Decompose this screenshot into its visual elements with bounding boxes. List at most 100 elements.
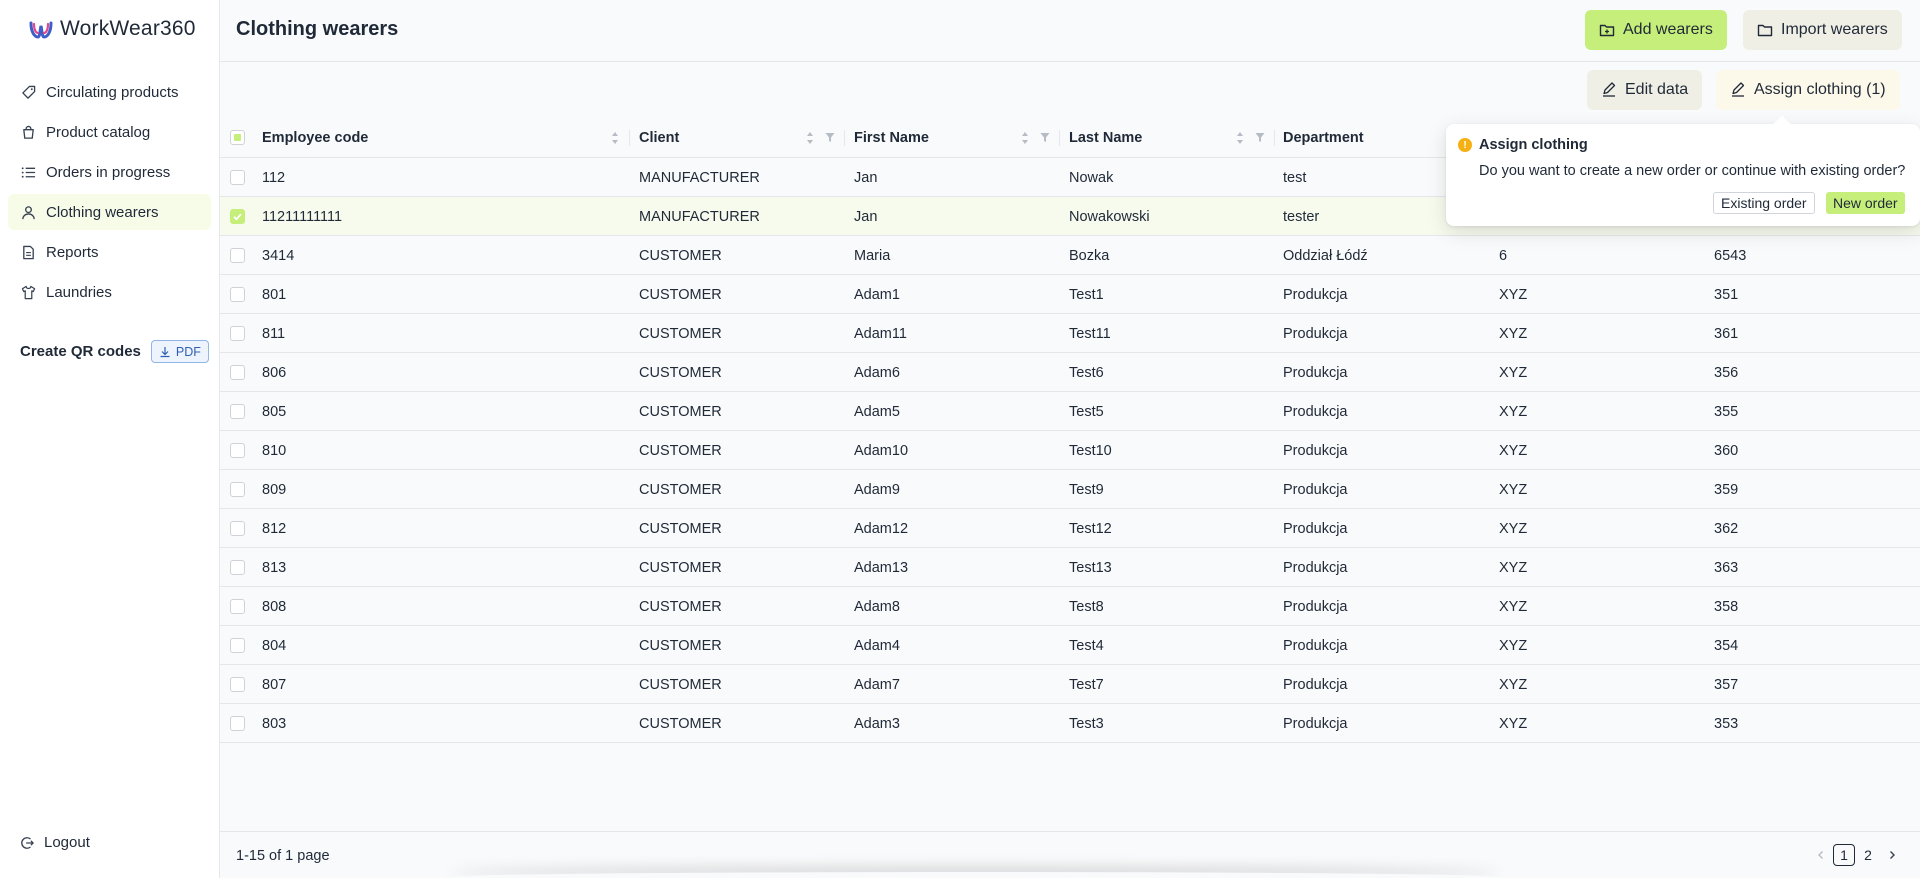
pdf-download-button[interactable]: PDF xyxy=(150,340,209,363)
cell-client: CUSTOMER xyxy=(639,715,722,732)
cell-col7: 356 xyxy=(1714,364,1739,381)
sidebar-item-label: Orders in progress xyxy=(46,163,171,181)
sort-icon[interactable] xyxy=(1236,131,1244,145)
cell-client: CUSTOMER xyxy=(639,520,722,537)
table-row[interactable]: 813 CUSTOMER Adam13 Test13 Produkcja XYZ 363 xyxy=(220,548,1920,587)
page-button-1[interactable]: 1 xyxy=(1833,844,1855,866)
cell-first-name: Adam7 xyxy=(854,676,900,693)
table-row[interactable]: 803 CUSTOMER Adam3 Test3 Produkcja XYZ 353 xyxy=(220,704,1920,743)
sidebar-item-circulating-products[interactable]: Circulating products xyxy=(8,74,211,110)
filter-icon[interactable] xyxy=(1040,132,1050,143)
list-icon xyxy=(20,164,36,180)
row-checkbox[interactable] xyxy=(230,599,245,614)
import-wearers-button[interactable]: Import wearers xyxy=(1743,10,1902,50)
filter-icon[interactable] xyxy=(1255,132,1265,143)
previous-page-button[interactable] xyxy=(1810,844,1832,866)
row-checkbox[interactable] xyxy=(230,248,245,263)
page-header: Clothing wearers Add wearers Import wear… xyxy=(220,0,1920,62)
row-checkbox[interactable] xyxy=(230,326,245,341)
folder-icon xyxy=(1757,24,1773,37)
table-row[interactable]: 805 CUSTOMER Adam5 Test5 Produkcja XYZ 355 xyxy=(220,392,1920,431)
shopping-bag-icon xyxy=(20,124,36,140)
cell-col7: 359 xyxy=(1714,481,1739,498)
column-header-department[interactable]: Department xyxy=(1283,118,1364,158)
cell-col6: XYZ xyxy=(1499,520,1528,537)
cell-last-name: Test1 xyxy=(1069,286,1104,303)
row-checkbox[interactable] xyxy=(230,170,245,185)
logout-button[interactable]: Logout xyxy=(20,834,90,851)
table-row[interactable]: 804 CUSTOMER Adam4 Test4 Produkcja XYZ 354 xyxy=(220,626,1920,665)
row-checkbox[interactable] xyxy=(230,209,245,224)
row-checkbox[interactable] xyxy=(230,521,245,536)
table-row[interactable]: 812 CUSTOMER Adam12 Test12 Produkcja XYZ 362 xyxy=(220,509,1920,548)
column-header-employee-code[interactable]: Employee code xyxy=(262,118,368,158)
add-wearers-button[interactable]: Add wearers xyxy=(1585,10,1727,50)
sidebar-item-product-catalog[interactable]: Product catalog xyxy=(8,114,211,150)
cell-col6: XYZ xyxy=(1499,559,1528,576)
cell-col7: 353 xyxy=(1714,715,1739,732)
table-row[interactable]: 808 CUSTOMER Adam8 Test8 Produkcja XYZ 358 xyxy=(220,587,1920,626)
new-order-button[interactable]: New order xyxy=(1826,192,1905,214)
edit-data-label: Edit data xyxy=(1625,81,1689,98)
filter-icon[interactable] xyxy=(825,132,835,143)
select-all-checkbox[interactable] xyxy=(230,130,245,145)
cell-client: CUSTOMER xyxy=(639,559,722,576)
cell-client: CUSTOMER xyxy=(639,637,722,654)
row-checkbox[interactable] xyxy=(230,365,245,380)
cell-first-name: Adam6 xyxy=(854,364,900,381)
cell-last-name: Test9 xyxy=(1069,481,1104,498)
cell-last-name: Test7 xyxy=(1069,676,1104,693)
shirt-icon xyxy=(20,284,36,300)
table-row[interactable]: 809 CUSTOMER Adam9 Test9 Produkcja XYZ 359 xyxy=(220,470,1920,509)
table-row[interactable]: 807 CUSTOMER Adam7 Test7 Produkcja XYZ 357 xyxy=(220,665,1920,704)
sidebar-item-label: Product catalog xyxy=(46,123,151,141)
checkmark-icon xyxy=(233,213,242,221)
row-checkbox[interactable] xyxy=(230,716,245,731)
next-page-button[interactable] xyxy=(1881,844,1903,866)
column-header-client[interactable]: Client xyxy=(639,118,679,158)
sidebar-item-reports[interactable]: Reports xyxy=(8,234,211,270)
cell-first-name: Maria xyxy=(854,247,891,264)
row-checkbox[interactable] xyxy=(230,677,245,692)
sidebar-nav: Circulating products Product catalog Ord… xyxy=(0,70,219,314)
table-row[interactable]: 810 CUSTOMER Adam10 Test10 Produkcja XYZ 360 xyxy=(220,431,1920,470)
cell-employee-code: 11211111111 xyxy=(262,208,343,225)
cell-col7: 363 xyxy=(1714,559,1739,576)
page-button-2[interactable]: 2 xyxy=(1857,844,1879,866)
cell-col7: 357 xyxy=(1714,676,1739,693)
sidebar-item-orders-in-progress[interactable]: Orders in progress xyxy=(8,154,211,190)
sort-icon[interactable] xyxy=(1021,131,1029,145)
table-row[interactable]: 3414 CUSTOMER Maria Bozka Oddział Łódź 6 6543 xyxy=(220,236,1920,275)
table-row[interactable]: 801 CUSTOMER Adam1 Test1 Produkcja XYZ 351 xyxy=(220,275,1920,314)
cell-col6: XYZ xyxy=(1499,442,1528,459)
cell-first-name: Adam12 xyxy=(854,520,909,537)
cell-last-name: Test3 xyxy=(1069,715,1104,732)
chevron-right-icon xyxy=(1890,851,1895,859)
edit-data-button[interactable]: Edit data xyxy=(1587,70,1703,110)
sort-icon[interactable] xyxy=(611,131,619,145)
cell-employee-code: 3414 xyxy=(262,247,295,264)
row-checkbox[interactable] xyxy=(230,404,245,419)
app-logo[interactable]: WorkWear360 xyxy=(28,14,196,44)
cell-first-name: Adam13 xyxy=(854,559,909,576)
cell-department: Oddział Łódź xyxy=(1283,247,1368,264)
cell-department: Produkcja xyxy=(1283,715,1348,732)
row-checkbox[interactable] xyxy=(230,443,245,458)
cell-col7: 355 xyxy=(1714,403,1739,420)
sidebar-item-laundries[interactable]: Laundries xyxy=(8,274,211,310)
table-row[interactable]: 806 CUSTOMER Adam6 Test6 Produkcja XYZ 356 xyxy=(220,353,1920,392)
column-header-first-name[interactable]: First Name xyxy=(854,118,929,158)
row-checkbox[interactable] xyxy=(230,560,245,575)
row-checkbox[interactable] xyxy=(230,287,245,302)
assign-clothing-button[interactable]: Assign clothing (1) xyxy=(1716,70,1900,110)
existing-order-button[interactable]: Existing order xyxy=(1713,192,1815,214)
cell-col6: XYZ xyxy=(1499,325,1528,342)
sidebar-item-clothing-wearers[interactable]: Clothing wearers xyxy=(8,194,211,230)
column-header-last-name[interactable]: Last Name xyxy=(1069,118,1142,158)
edit-icon xyxy=(1603,82,1616,97)
row-checkbox[interactable] xyxy=(230,638,245,653)
table-row[interactable]: 811 CUSTOMER Adam11 Test11 Produkcja XYZ 361 xyxy=(220,314,1920,353)
table-footer: 1-15 of 1 page 1 2 xyxy=(220,831,1920,878)
row-checkbox[interactable] xyxy=(230,482,245,497)
sort-icon[interactable] xyxy=(806,131,814,145)
